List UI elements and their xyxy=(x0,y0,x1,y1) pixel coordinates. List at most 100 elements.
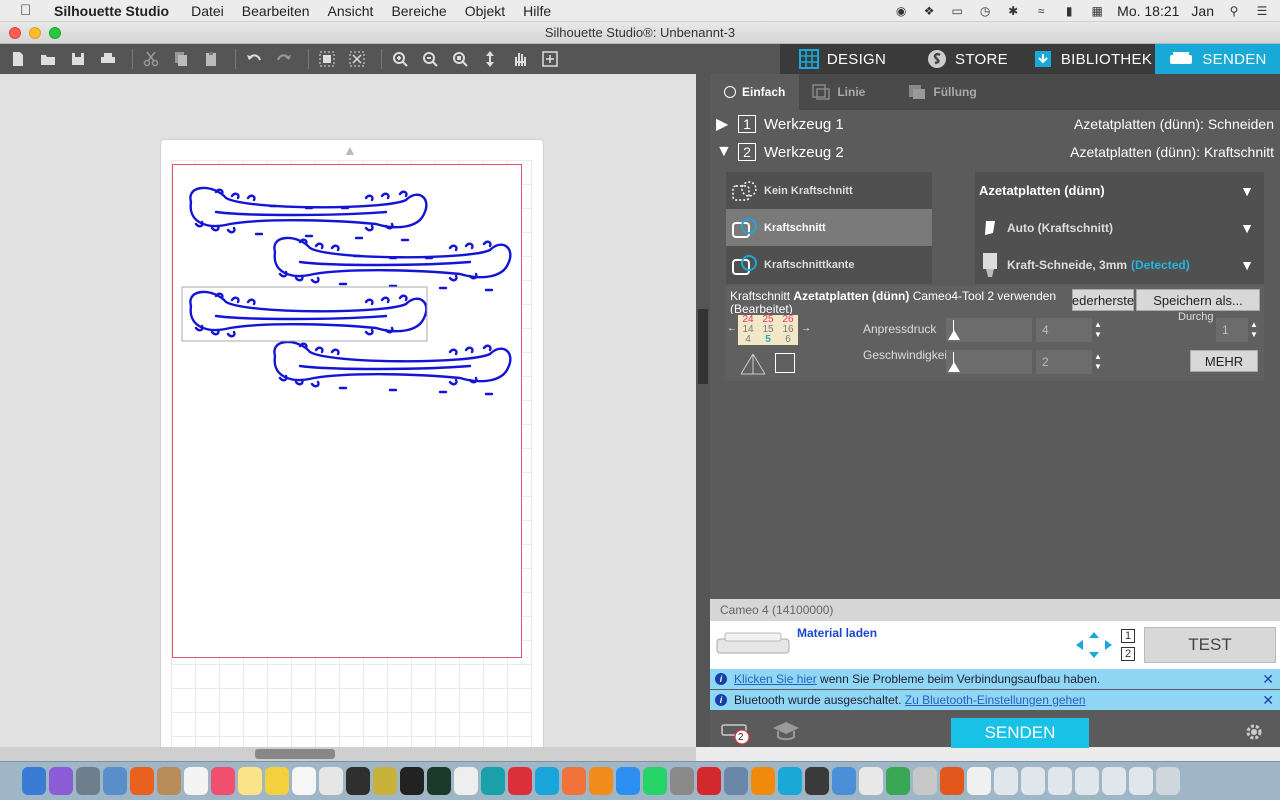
send-button[interactable]: SENDEN xyxy=(951,718,1089,748)
grid-left-arrow-icon[interactable]: ← xyxy=(727,323,737,335)
load-material-button[interactable]: Material laden xyxy=(797,626,877,640)
menu-bereiche[interactable]: Bereiche xyxy=(391,3,446,19)
wave-border-shape-3[interactable] xyxy=(189,290,428,338)
group-icon[interactable] xyxy=(315,47,339,71)
design-canvas[interactable]: ▲ xyxy=(0,74,696,800)
tab-fill[interactable]: Füllung xyxy=(879,74,990,110)
whatsapp-icon[interactable] xyxy=(643,767,667,795)
passes-spinner-icon[interactable]: ▲ ▼ xyxy=(1250,320,1258,340)
finder-icon[interactable] xyxy=(22,767,46,795)
bluetooth-icon[interactable]: ✱ xyxy=(1005,4,1021,18)
preview-icon[interactable] xyxy=(103,767,127,795)
pressure-spinner-icon[interactable]: ▲ ▼ xyxy=(1094,320,1102,340)
app-icon[interactable] xyxy=(562,767,586,795)
launchpad-icon[interactable] xyxy=(76,767,100,795)
speed-spinner-icon[interactable]: ▲ ▼ xyxy=(1094,352,1102,372)
zoom-window-button[interactable] xyxy=(49,27,61,39)
pressure-input[interactable]: 4 xyxy=(1036,318,1092,342)
grid-cell[interactable]: 5 xyxy=(758,335,778,345)
pressure-slider[interactable] xyxy=(946,318,1032,342)
device-queue-icon[interactable] xyxy=(720,719,752,745)
apple-icon[interactable]:  xyxy=(20,2,40,19)
system-preferences-icon[interactable] xyxy=(670,767,694,795)
speed-input[interactable]: 2 xyxy=(1036,350,1092,374)
window-thumbnail[interactable] xyxy=(1102,767,1126,795)
cut-icon[interactable] xyxy=(139,47,163,71)
tab-library[interactable]: BIBLIOTHEK xyxy=(1030,44,1155,74)
dropbox-icon[interactable]: ❖ xyxy=(921,4,937,18)
vlc-icon[interactable] xyxy=(751,767,775,795)
redo-icon[interactable] xyxy=(272,47,296,71)
app-icon[interactable] xyxy=(886,767,910,795)
print-icon[interactable] xyxy=(96,47,120,71)
zoom-in-icon[interactable] xyxy=(388,47,412,71)
tab-store[interactable]: STORE xyxy=(905,44,1030,74)
firefox-icon[interactable] xyxy=(130,767,154,795)
menu-user[interactable]: Jan xyxy=(1191,3,1214,19)
collapse-triangle-icon[interactable]: ▼ xyxy=(716,143,738,161)
photos-icon[interactable] xyxy=(319,767,343,795)
connection-help-link[interactable]: Klicken Sie hier xyxy=(734,672,817,686)
more-button[interactable]: MEHR xyxy=(1190,350,1258,372)
window-thumbnail[interactable] xyxy=(1021,767,1045,795)
cut-option-cut[interactable]: Kraftschnitt xyxy=(726,209,932,246)
save-icon[interactable] xyxy=(66,47,90,71)
close-window-button[interactable] xyxy=(9,27,21,39)
silhouette-studio-icon[interactable] xyxy=(778,767,802,795)
app-store-icon[interactable] xyxy=(616,767,640,795)
menu-clock[interactable]: Mo. 18:21 xyxy=(1117,3,1179,19)
globe-icon[interactable]: ◉ xyxy=(893,4,909,18)
action-select[interactable]: Auto (Kraftschnitt) ▼ xyxy=(975,209,1264,246)
airplay-icon[interactable]: ▭ xyxy=(949,4,965,18)
notes-icon[interactable] xyxy=(238,767,262,795)
zoom-select-icon[interactable] xyxy=(538,47,562,71)
app-icon[interactable] xyxy=(805,767,829,795)
calendar-icon[interactable]: ▦ xyxy=(1089,4,1105,18)
square-outline-icon[interactable] xyxy=(775,353,795,373)
blade-triangle-icon[interactable] xyxy=(738,352,768,376)
menu-bearbeiten[interactable]: Bearbeiten xyxy=(242,3,310,19)
terminal-icon[interactable] xyxy=(400,767,424,795)
pressure-test-grid[interactable]: 24 25 26 14 15 16 4 5 6 xyxy=(738,315,798,345)
paste-icon[interactable] xyxy=(199,47,223,71)
document-icon[interactable] xyxy=(967,767,991,795)
grid-cell[interactable]: 6 xyxy=(778,335,798,345)
tab-line[interactable]: Linie xyxy=(799,74,879,110)
app-icon[interactable] xyxy=(859,767,883,795)
menu-app-name[interactable]: Silhouette Studio xyxy=(54,3,169,19)
calendar-app-icon[interactable] xyxy=(184,767,208,795)
app-icon[interactable] xyxy=(454,767,478,795)
wave-border-shape-2[interactable] xyxy=(273,236,512,292)
test-button[interactable]: TEST xyxy=(1144,627,1276,663)
menu-datei[interactable]: Datei xyxy=(191,3,224,19)
dropdown-arrow-icon[interactable]: ▼ xyxy=(1240,183,1254,199)
zoom-out-icon[interactable] xyxy=(418,47,442,71)
window-thumbnail[interactable] xyxy=(1048,767,1072,795)
menu-hilfe[interactable]: Hilfe xyxy=(523,3,551,19)
app-icon[interactable] xyxy=(508,767,532,795)
window-thumbnail[interactable] xyxy=(994,767,1018,795)
speed-slider[interactable] xyxy=(946,350,1032,374)
vertical-scrollbar[interactable] xyxy=(696,74,710,747)
stickies-icon[interactable] xyxy=(265,767,289,795)
tab-send[interactable]: SENDEN xyxy=(1155,44,1280,74)
ungroup-icon[interactable] xyxy=(345,47,369,71)
app-icon[interactable] xyxy=(724,767,748,795)
time-machine-icon[interactable]: ◷ xyxy=(977,4,993,18)
material-select[interactable]: Azetatplatten (dünn) ▼ xyxy=(975,172,1264,209)
expand-triangle-icon[interactable]: ▶ xyxy=(716,114,738,134)
save-as-button[interactable]: Speichern als... xyxy=(1136,289,1260,311)
open-folder-icon[interactable] xyxy=(36,47,60,71)
activity-monitor-icon[interactable] xyxy=(427,767,451,795)
tool-2-row[interactable]: ▼ 2 Werkzeug 2 Azetatplatten (dünn): Kra… xyxy=(710,138,1280,166)
horizontal-scrollbar[interactable] xyxy=(0,747,696,761)
bluetooth-settings-link[interactable]: Zu Bluetooth-Einstellungen gehen xyxy=(905,693,1086,707)
cut-option-edge[interactable]: Kraftschnittkante xyxy=(726,246,932,283)
menu-objekt[interactable]: Objekt xyxy=(465,3,505,19)
arduino-icon[interactable] xyxy=(481,767,505,795)
dropdown-arrow-icon[interactable]: ▼ xyxy=(1240,220,1254,236)
music-icon[interactable] xyxy=(211,767,235,795)
tool-2-toggle[interactable]: 2 xyxy=(1121,647,1135,661)
battery-icon[interactable]: ▮ xyxy=(1061,4,1077,18)
books-icon[interactable] xyxy=(589,767,613,795)
